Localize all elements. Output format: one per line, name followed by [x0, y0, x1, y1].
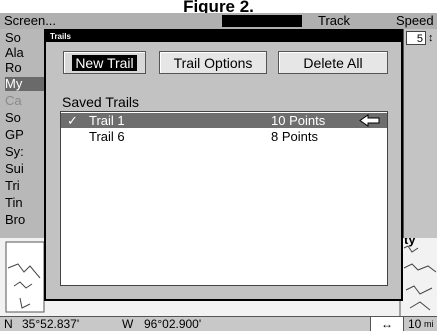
- menu-item-disabled: Ca: [5, 93, 22, 108]
- menu-item[interactable]: GP: [5, 128, 24, 142]
- map-scale-unit: mi: [424, 319, 434, 329]
- right-panel: 5 ↕: [403, 29, 437, 239]
- menu-item[interactable]: Ro: [5, 61, 22, 75]
- latitude-value: 35°52.837': [22, 317, 80, 331]
- menu-item[interactable]: So: [5, 31, 21, 45]
- trail-name: Trail 6: [89, 129, 125, 144]
- menu-item[interactable]: Tin: [5, 196, 23, 210]
- trail-options-button[interactable]: Trail Options: [159, 51, 267, 74]
- trail-points: 10 Points: [271, 113, 326, 128]
- trail-name: Trail 1: [89, 113, 125, 128]
- track-label: Track: [318, 13, 351, 28]
- trail-row-selected[interactable]: ✓ Trail 1 10 Points: [61, 113, 387, 128]
- check-icon: ✓: [67, 113, 78, 128]
- pointer-arrow-icon: [359, 114, 381, 130]
- map-scale: 10: [408, 317, 422, 331]
- status-bar: N 35°52.837' W 96°02.900' ↔ 10 mi: [0, 316, 437, 331]
- longitude-hemisphere: W: [122, 317, 134, 331]
- menu-item[interactable]: Sy:: [5, 145, 24, 159]
- scale-field[interactable]: 5: [406, 31, 426, 45]
- menu-item[interactable]: Sui: [5, 162, 24, 176]
- new-trail-button-label: New Trail: [72, 55, 137, 71]
- map-place-text: ty: [404, 238, 416, 247]
- saved-trails-label: Saved Trails: [62, 94, 140, 110]
- screen-menu-label[interactable]: Screen...: [4, 13, 56, 29]
- top-bar-dark-field: [222, 15, 302, 27]
- longitude-value: 96°02.900': [144, 317, 202, 331]
- speed-label: Speed: [396, 13, 434, 28]
- new-trail-button[interactable]: New Trail: [63, 51, 146, 74]
- pan-arrows-icon[interactable]: ↔: [370, 317, 404, 331]
- trails-dialog: Trails New Trail Trail Options Delete Al…: [44, 29, 403, 301]
- menu-item[interactable]: Tri: [5, 179, 20, 193]
- dialog-title: Trails: [46, 31, 401, 42]
- latitude-hemisphere: N: [4, 317, 13, 331]
- up-down-icon[interactable]: ↕: [428, 31, 434, 45]
- menu-item[interactable]: Ala: [5, 46, 24, 60]
- top-bar: Screen... Track Speed: [0, 13, 437, 30]
- trail-row[interactable]: Trail 6 8 Points: [61, 129, 387, 144]
- delete-all-button[interactable]: Delete All: [278, 51, 388, 74]
- trail-points: 8 Points: [271, 129, 318, 144]
- trails-list[interactable]: ✓ Trail 1 10 Points Trail 6 8 Points: [60, 111, 388, 286]
- menu-item[interactable]: Bro: [5, 213, 25, 227]
- menu-item[interactable]: So: [5, 111, 21, 125]
